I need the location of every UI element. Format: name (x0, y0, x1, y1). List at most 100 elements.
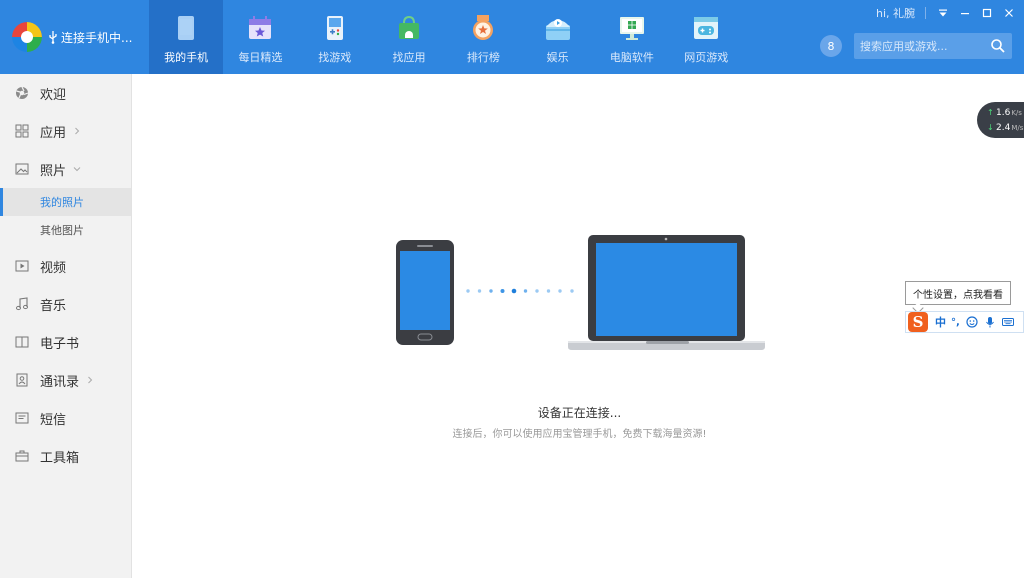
apps-grid-icon (15, 124, 29, 138)
music-icon (16, 297, 28, 311)
nav-rankings[interactable]: 排行榜 (446, 0, 520, 74)
connection-status: 连接手机中... (61, 30, 133, 45)
window-controls: hi, 礼腕 (876, 0, 1024, 26)
monitor-windows-icon (619, 17, 644, 40)
book-icon (15, 336, 29, 348)
gamepad-icon (326, 16, 343, 40)
connection-dots (466, 288, 574, 294)
sidebar-item-label: 欢迎 (40, 87, 67, 103)
ime-toolbar: S 中 °, (905, 311, 1024, 333)
ime-punctuation-toggle[interactable]: °, (951, 317, 960, 328)
connection-area[interactable]: 连接手机中... (0, 0, 149, 74)
emoji-icon[interactable] (966, 316, 978, 328)
nav-label: 娱乐 (546, 51, 569, 64)
microphone-icon[interactable] (984, 316, 996, 328)
chevron-right-icon (75, 127, 80, 135)
sidebar-item-video[interactable]: 视频 (0, 247, 131, 285)
menu-dropdown-icon (939, 9, 947, 17)
sidebar-item-label: 应用 (40, 125, 67, 141)
nav-label: 网页游戏 (684, 51, 729, 64)
calendar-star-icon (249, 16, 272, 39)
download-speed: 2.4 (996, 122, 1011, 133)
user-greeting[interactable]: hi, 礼腕 (876, 5, 915, 21)
upload-unit: K/s (1011, 108, 1022, 117)
sidebar-item-contacts[interactable]: 通讯录 (0, 361, 131, 399)
sidebar-item-label: 工具箱 (40, 450, 80, 466)
upload-arrow-icon: ↑ (987, 108, 994, 117)
keyboard-icon[interactable] (1001, 316, 1014, 328)
connection-illustration (396, 235, 765, 350)
medal-icon (473, 15, 494, 40)
app-logo (12, 22, 42, 52)
sogou-logo-icon[interactable]: S (908, 312, 928, 332)
chevron-down-icon (73, 167, 81, 172)
phone-icon (178, 16, 195, 40)
main-content: 设备正在连接... 连接后，你可以使用应用宝管理手机，免费下载海量资源! (133, 74, 1024, 578)
sidebar-item-toolbox[interactable]: 工具箱 (0, 437, 131, 475)
download-arrow-icon: ↓ (987, 123, 994, 132)
sidebar-item-label: 视频 (40, 260, 67, 276)
nav-web-games[interactable]: 网页游戏 (669, 0, 743, 74)
sidebar-item-sms[interactable]: 短信 (0, 399, 131, 437)
contacts-icon (16, 373, 28, 387)
sidebar: 欢迎 应用 照片 我的照片 其他图片 视频 音乐 电子书 通讯录 短信 工具箱 (0, 74, 132, 578)
usb-icon (49, 31, 57, 44)
sidebar-item-apps[interactable]: 应用 (0, 112, 131, 150)
search-input[interactable] (860, 39, 988, 53)
nav-label: 每日精选 (238, 51, 283, 64)
download-unit: M/s (1011, 123, 1024, 132)
sidebar-item-welcome[interactable]: 欢迎 (0, 74, 131, 112)
header-bar: 连接手机中... 我的手机 每日精选 找游戏 找应用 排行榜 娱乐 电脑软件 网… (0, 0, 1024, 74)
nav-label: 找应用 (392, 51, 426, 64)
maximize-button[interactable] (976, 2, 998, 24)
menu-dropdown-button[interactable] (932, 2, 954, 24)
photo-icon (15, 163, 29, 175)
sidebar-subitem-my-photos[interactable]: 我的照片 (0, 188, 131, 216)
close-button[interactable] (998, 2, 1020, 24)
laptop-illustration (568, 235, 765, 350)
nav-entertainment[interactable]: 娱乐 (520, 0, 594, 74)
search-icon[interactable] (990, 38, 1006, 54)
sidebar-subitem-other-images[interactable]: 其他图片 (0, 216, 131, 244)
sidebar-item-label: 短信 (40, 412, 67, 428)
nav-daily-picks[interactable]: 每日精选 (223, 0, 297, 74)
sidebar-item-ebooks[interactable]: 电子书 (0, 323, 131, 361)
nav-pc-software[interactable]: 电脑软件 (595, 0, 669, 74)
main-nav: 我的手机 每日精选 找游戏 找应用 排行榜 娱乐 电脑软件 网页游戏 (149, 0, 743, 74)
minimize-icon (961, 13, 969, 15)
web-game-icon (694, 17, 719, 39)
ime-tooltip[interactable]: 个性设置，点我看看 (905, 281, 1011, 305)
status-subtitle: 连接后，你可以使用应用宝管理手机，免费下载海量资源! (452, 429, 707, 440)
entertainment-icon (545, 19, 570, 40)
android-bag-icon (399, 15, 420, 39)
sidebar-item-label: 通讯录 (40, 374, 80, 390)
nav-label: 排行榜 (466, 51, 500, 64)
divider (925, 7, 926, 19)
sidebar-item-label: 照片 (40, 163, 67, 179)
maximize-icon (982, 8, 992, 18)
phone-illustration (396, 240, 454, 345)
welcome-icon (16, 86, 29, 99)
network-speed-widget[interactable]: ↑ 1.6 K/s ↓ 2.4 M/s (977, 102, 1024, 138)
sidebar-item-photos[interactable]: 照片 (0, 150, 131, 188)
nav-find-apps[interactable]: 找应用 (372, 0, 446, 74)
nav-find-games[interactable]: 找游戏 (298, 0, 372, 74)
video-icon (15, 260, 29, 272)
sidebar-item-label: 音乐 (40, 298, 67, 314)
nav-label: 找游戏 (318, 51, 352, 64)
minimize-button[interactable] (954, 2, 976, 24)
nav-my-phone[interactable]: 我的手机 (149, 0, 224, 74)
notification-badge[interactable]: 8 (820, 35, 842, 57)
chevron-right-icon (88, 376, 93, 384)
nav-label: 电脑软件 (609, 51, 654, 64)
upload-speed: 1.6 (996, 107, 1011, 118)
close-icon (1005, 9, 1013, 17)
ime-mode-toggle[interactable]: 中 (935, 314, 946, 330)
sidebar-item-music[interactable]: 音乐 (0, 285, 131, 323)
toolbox-icon (15, 450, 29, 462)
sidebar-item-label: 电子书 (40, 336, 80, 352)
nav-label: 我的手机 (164, 51, 209, 64)
status-title: 设备正在连接... (537, 406, 622, 420)
search-box[interactable] (854, 33, 1012, 59)
sms-icon (15, 412, 29, 424)
